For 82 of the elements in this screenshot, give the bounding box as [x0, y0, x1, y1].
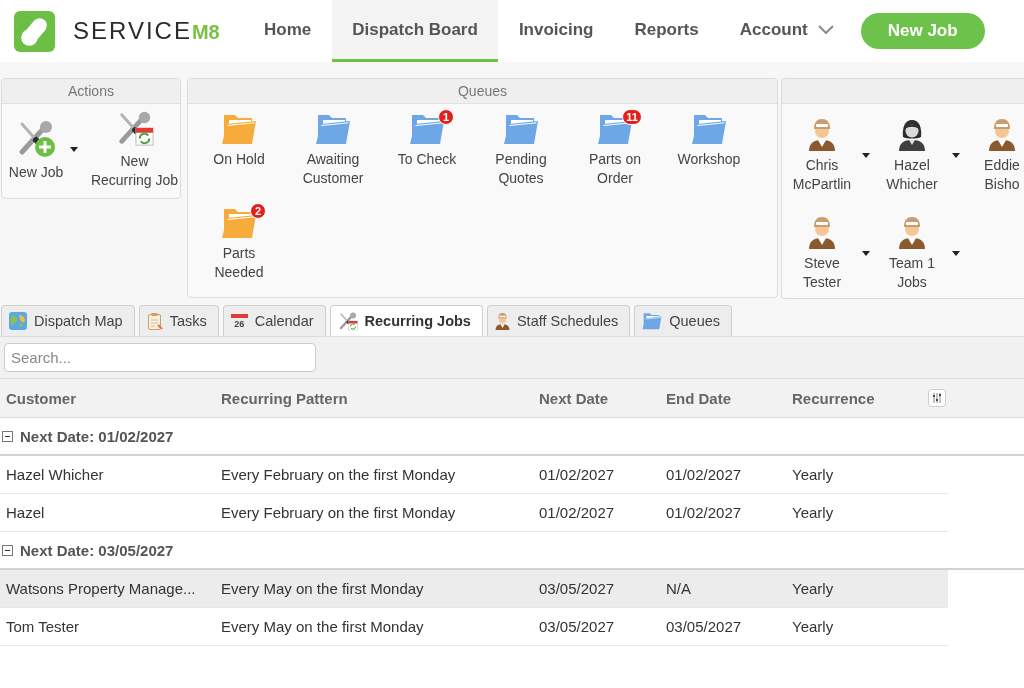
chevron-down-icon[interactable] [817, 25, 834, 34]
folder-icon[interactable] [221, 207, 257, 239]
tab[interactable]: Dispatch Map [1, 305, 135, 336]
count-badge: 11 [622, 109, 642, 125]
table-cell-text: Yearly [791, 617, 835, 637]
queue-label[interactable]: Parts on Order [588, 150, 642, 188]
staff-name[interactable]: Steve Tester [802, 253, 842, 292]
table-cell-text: N/A [665, 579, 692, 599]
caret-icon[interactable] [862, 250, 870, 256]
table-row[interactable]: Tom Tester Every May on the first Monday 03/05/2027 03/05/2027 Yearly [0, 608, 948, 646]
caret-icon[interactable] [862, 152, 870, 158]
table-cell-text: 03/05/2027 [538, 617, 616, 637]
group-label: Next Date: 01/02/2027 [20, 427, 174, 445]
sliders-icon[interactable] [928, 389, 946, 407]
collapse-icon[interactable] [2, 430, 13, 442]
column-header[interactable]: Recurring Pattern [215, 389, 533, 407]
table-cell-text: 01/02/2027 [538, 465, 616, 485]
nav-tab[interactable]: Reports [614, 0, 719, 62]
caret-icon[interactable] [952, 250, 960, 256]
table-cell-text: Yearly [791, 503, 835, 523]
folder-icon[interactable] [409, 113, 445, 145]
clipboard-icon [146, 312, 163, 330]
worker-avatar-icon[interactable] [494, 312, 510, 330]
panel-title: Queues [457, 83, 507, 99]
table-cell-text: Hazel [5, 503, 46, 523]
worker-avatar-icon[interactable] [808, 116, 836, 151]
staff-name[interactable]: Team 1 Jobs [888, 253, 936, 292]
table-cell-text: Tom Tester [5, 617, 81, 637]
queue-label[interactable]: Pending Quotes [494, 150, 548, 188]
table-cell-text: 03/05/2027 [538, 579, 616, 599]
caret-icon[interactable] [70, 147, 78, 152]
table-cell-text: Every May on the first Monday [220, 617, 425, 637]
table-row[interactable]: Hazel Whicher Every February on the first Monday 01/02/2027 01/02/2027 Yearly [0, 456, 948, 494]
table-cell-text: Watsons Property Manage... [5, 579, 197, 599]
tab[interactable]: Recurring Jobs [329, 305, 483, 336]
count-badge: 1 [438, 109, 454, 125]
nav-tab[interactable]: Account [719, 0, 854, 62]
table-cell-text: Every May on the first Monday [220, 579, 425, 599]
table-cell-text: Every February on the first Monday [220, 465, 457, 485]
table-cell-text: Every February on the first Monday [220, 503, 457, 523]
table-row[interactable]: Hazel Every February on the first Monday 01/02/2027 01/02/2027 Yearly [0, 494, 948, 532]
search-field[interactable]: Search... [4, 343, 316, 372]
map-icon [9, 312, 27, 330]
table-row[interactable]: Watsons Property Manage... Every May on the first Monday 03/05/2027 N/A Yearly [0, 570, 948, 608]
tab[interactable]: 26 Calendar [222, 305, 326, 336]
column-header[interactable]: Recurrence [786, 389, 922, 407]
column-header[interactable]: Next Date [533, 389, 660, 407]
queue-label[interactable]: To Check [397, 150, 457, 169]
table-cell-text: 01/02/2027 [665, 503, 743, 523]
table-cell-text: Hazel Whicher [5, 465, 105, 485]
worker-avatar-icon[interactable] [988, 116, 1016, 151]
queue-label[interactable]: Parts Needed [213, 244, 265, 282]
tab[interactable]: Queues [634, 305, 733, 336]
table-cell-text: 01/02/2027 [538, 503, 616, 523]
caret-icon[interactable] [952, 152, 960, 158]
tools-calendar-icon[interactable] [337, 311, 358, 331]
worker-avatar-icon[interactable] [808, 214, 836, 249]
collapse-icon[interactable] [2, 544, 13, 556]
panel-title: Actions [68, 83, 114, 99]
staff-name[interactable]: Chris McPartlin [792, 155, 852, 194]
table-cell-text: 03/05/2027 [665, 617, 743, 637]
tab[interactable]: Tasks [138, 305, 219, 336]
action-label[interactable]: New Recurring Job [90, 152, 179, 190]
worker-avatar-icon[interactable] [898, 214, 926, 249]
table-cell-text: 01/02/2027 [665, 465, 743, 485]
queue-label[interactable]: On Hold [212, 150, 266, 169]
count-badge: 2 [250, 203, 266, 219]
queue-label[interactable]: Workshop [677, 150, 741, 169]
action-label[interactable]: New Job [8, 162, 64, 182]
logo-wordmark: SERVICEM8 [73, 17, 220, 45]
nav-tab[interactable]: Invoicing [498, 0, 614, 62]
staff-name[interactable]: Hazel Whicher [885, 155, 939, 194]
nav-tab[interactable]: Home [244, 0, 332, 62]
column-header[interactable]: End Date [660, 389, 786, 407]
group-label: Next Date: 03/05/2027 [20, 541, 174, 559]
table-cell-text: Yearly [791, 465, 835, 485]
queue-label[interactable]: Awaiting Customer [302, 150, 364, 188]
tab[interactable]: Staff Schedules [486, 305, 631, 336]
table-cell-text: Yearly [791, 579, 835, 599]
nav-tab[interactable]: Dispatch Board [332, 0, 498, 62]
staff-name[interactable]: Eddie Bisho [983, 155, 1021, 194]
column-header[interactable]: Customer [0, 389, 215, 407]
